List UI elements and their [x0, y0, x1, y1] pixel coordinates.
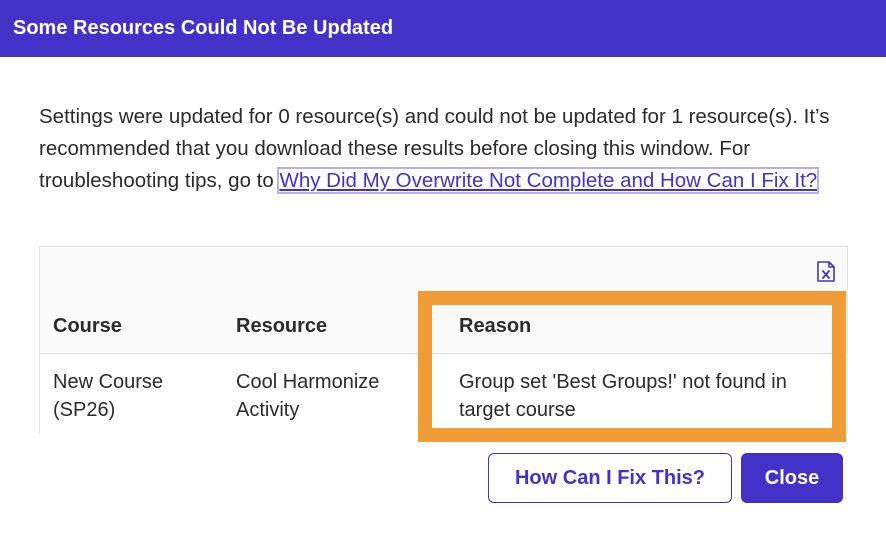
cell-course: New Course (SP26): [53, 371, 164, 421]
cell-reason: Group set 'Best Groups!' not found in ta…: [459, 371, 787, 421]
results-table: Course Resource Reason New Course (SP26)…: [39, 246, 848, 433]
excel-file-icon[interactable]: [817, 261, 835, 282]
dialog-header: Some Resources Could Not Be Updated: [0, 0, 886, 57]
column-header-course: Course: [53, 315, 122, 337]
close-button[interactable]: Close: [741, 453, 843, 503]
table-row: New Course (SP26) Cool Harmonize Activit…: [40, 353, 847, 433]
result-message: Settings were updated for 0 resource(s) …: [39, 101, 849, 197]
how-can-i-fix-button[interactable]: How Can I Fix This?: [488, 453, 732, 503]
troubleshooting-link[interactable]: Why Did My Overwrite Not Complete and Ho…: [277, 167, 820, 194]
column-header-resource: Resource: [236, 315, 328, 337]
dialog-title: Some Resources Could Not Be Updated: [13, 17, 394, 39]
column-header-reason: Reason: [459, 315, 532, 337]
cell-resource: Cool Harmonize Activity: [236, 371, 380, 421]
